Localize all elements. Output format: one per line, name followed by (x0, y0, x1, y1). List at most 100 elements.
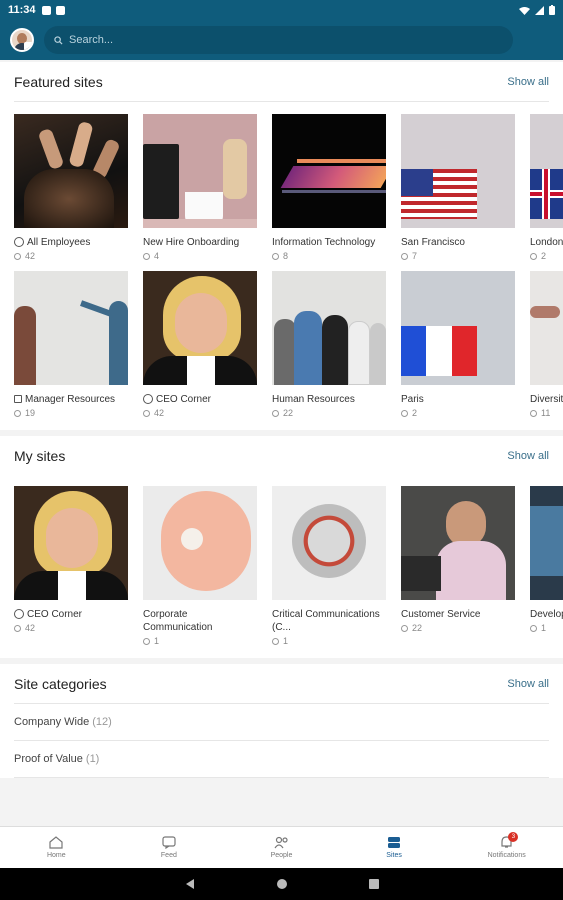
members-icon (401, 624, 408, 632)
verified-icon (14, 609, 24, 619)
site-name: All Employees (27, 237, 91, 248)
site-tile[interactable]: San Francisco 7 (401, 114, 515, 261)
search-placeholder: Search... (69, 34, 114, 46)
site-tile[interactable]: Customer Service 22 (401, 486, 515, 646)
site-categories-section: Site categories Show all Company Wide (1… (0, 664, 563, 778)
site-tile[interactable]: CEO Corner 42 (14, 486, 128, 646)
member-count: 42 (25, 251, 36, 261)
nav-home[interactable]: Home (0, 827, 113, 868)
site-tile[interactable]: Paris 2 (401, 271, 515, 418)
site-tile[interactable]: Manager Resources 19 (14, 271, 128, 418)
back-icon[interactable] (184, 878, 196, 890)
search-input[interactable]: Search... (44, 26, 513, 54)
member-count: 19 (25, 408, 36, 418)
site-tile[interactable]: Development 1 (530, 486, 563, 646)
member-count: 4 (154, 251, 160, 261)
sd-card-icon (55, 5, 65, 15)
nav-sites[interactable]: Sites (338, 827, 451, 868)
nav-label: Home (46, 852, 66, 859)
category-name: Company Wide (14, 716, 90, 728)
nav-feed[interactable]: Feed (113, 827, 226, 868)
members-icon (272, 252, 279, 260)
category-count: (1) (85, 753, 100, 765)
nav-people[interactable]: People (225, 827, 338, 868)
site-tile[interactable]: London 2 (530, 114, 563, 261)
my-sites-header: My sites Show all (14, 436, 549, 476)
site-tile[interactable]: CEO Corner 42 (143, 271, 257, 418)
site-name: Development (530, 609, 563, 620)
category-count: (12) (92, 716, 112, 728)
member-count: 2 (412, 408, 418, 418)
site-thumbnail (401, 486, 515, 600)
my-sites-section: My sites Show all CEO Corner 42 Corporat… (0, 436, 563, 658)
site-tile[interactable]: New Hire Onboarding 4 (143, 114, 257, 261)
member-count: 22 (412, 623, 423, 633)
site-thumbnail (14, 114, 128, 228)
home-icon (49, 836, 63, 849)
featured-sites-section: Featured sites Show all All Employees 42 (0, 62, 563, 430)
app-bar: Search... (0, 20, 563, 60)
category-row[interactable]: Proof of Value (1) (14, 741, 549, 778)
verified-icon (143, 394, 153, 404)
member-count: 2 (541, 251, 547, 261)
site-name: Human Resources (272, 394, 355, 405)
member-count: 8 (283, 251, 289, 261)
site-name: Manager Resources (25, 394, 116, 405)
site-name: New Hire Onboarding (143, 237, 240, 248)
site-thumbnail (401, 114, 515, 228)
avatar[interactable] (10, 28, 34, 52)
members-icon (14, 252, 21, 260)
category-name: Proof of Value (14, 753, 83, 765)
site-name: Information Technology (272, 237, 376, 248)
nav-label: Notifications (487, 852, 526, 859)
site-tile[interactable]: Information Technology 8 (272, 114, 386, 261)
featured-row-2: Manager Resources 19 CEO Corner 42 Human… (14, 271, 563, 418)
members-icon (143, 637, 150, 645)
members-icon (401, 409, 408, 417)
member-count: 1 (283, 636, 289, 646)
section-title: Site categories (14, 675, 107, 692)
signal-icon (535, 5, 544, 15)
notification-badge: 3 (508, 832, 519, 842)
site-thumbnail (143, 114, 257, 228)
members-icon (143, 252, 150, 260)
my-sites-row: CEO Corner 42 Corporate Communication 1 … (14, 486, 563, 646)
members-icon (14, 409, 21, 417)
recents-icon[interactable] (368, 878, 380, 890)
main-content: Featured sites Show all All Employees 42 (0, 62, 563, 826)
site-tile[interactable]: Diversity & Inclusion 11 (530, 271, 563, 418)
site-tile[interactable]: Human Resources 22 (272, 271, 386, 418)
home-circle-icon[interactable] (276, 878, 288, 890)
site-tile[interactable]: Corporate Communication 1 (143, 486, 257, 646)
status-bar: 11:34 (0, 0, 563, 20)
site-thumbnail (272, 486, 386, 600)
nav-notifications[interactable]: 3 Notifications (450, 827, 563, 868)
wifi-icon (519, 6, 530, 15)
members-icon (143, 409, 150, 417)
section-title: Featured sites (14, 73, 103, 90)
members-icon (530, 409, 537, 417)
member-count: 42 (154, 408, 165, 418)
nav-label: People (270, 852, 293, 859)
search-icon (54, 35, 63, 45)
member-count: 1 (541, 623, 547, 633)
show-all-link[interactable]: Show all (507, 76, 549, 88)
member-count: 1 (154, 636, 160, 646)
site-name: London (530, 237, 563, 248)
featured-sites-header: Featured sites Show all (14, 62, 549, 102)
site-categories-header: Site categories Show all (14, 664, 549, 704)
members-icon (401, 252, 408, 260)
battery-icon (549, 5, 555, 15)
site-thumbnail (272, 114, 386, 228)
feed-icon (162, 836, 176, 849)
show-all-link[interactable]: Show all (507, 678, 549, 690)
site-tile[interactable]: Critical Communications (C... 1 (272, 486, 386, 646)
show-all-link[interactable]: Show all (507, 450, 549, 462)
category-row[interactable]: Company Wide (12) (14, 704, 549, 741)
verified-icon (14, 237, 24, 247)
members-icon (14, 624, 21, 632)
site-tile[interactable]: All Employees 42 (14, 114, 128, 261)
nav-label: Feed (160, 852, 177, 859)
site-name: Critical Communications (C... (272, 609, 380, 633)
system-navigation (0, 868, 563, 900)
